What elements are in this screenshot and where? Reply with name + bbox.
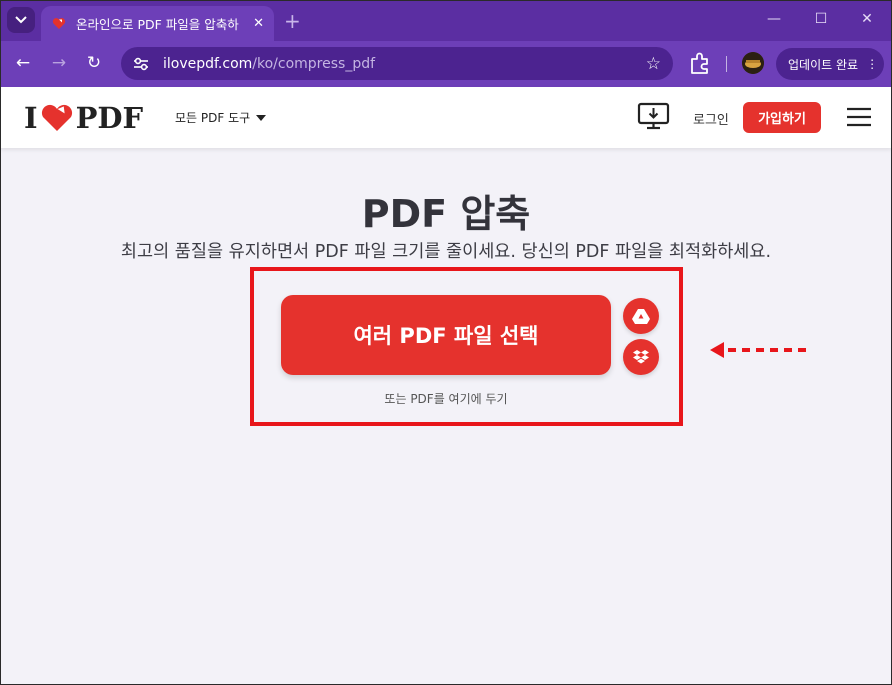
extensions-icon[interactable] [689, 51, 711, 75]
update-label: 업데이트 완료 [788, 57, 859, 72]
google-drive-button[interactable] [623, 298, 659, 334]
site-header: I PDF 모든 PDF 도구 로그인 가입하기 [0, 87, 892, 148]
dropbox-button[interactable] [623, 339, 659, 375]
site-info-icon[interactable] [133, 56, 149, 72]
select-pdf-files-button[interactable]: 여러 PDF 파일 선택 [281, 295, 611, 375]
signup-button[interactable]: 가입하기 [743, 102, 821, 133]
desktop-download-icon[interactable] [637, 102, 670, 131]
tab-title: 온라인으로 PDF 파일을 압축하 [76, 17, 239, 32]
url-text: ilovepdf.com/ko/compress_pdf [163, 56, 375, 72]
browser-toolbar: ← → ↻ ilovepdf.com/ko/compress_pdf ☆ 업데이… [0, 41, 892, 87]
more-icon: ⋮ [866, 57, 879, 71]
star-icon[interactable]: ☆ [646, 54, 661, 74]
page-subtitle: 최고의 품질을 유지하면서 PDF 파일 크기를 줄이세요. 당신의 PDF 파… [120, 242, 772, 262]
arrow-left-icon [710, 342, 808, 358]
google-drive-icon [632, 309, 650, 324]
drop-hint-text: 또는 PDF를 여기에 두기 [384, 392, 508, 406]
ilovepdf-logo[interactable]: I PDF [24, 101, 144, 135]
dropbox-icon [633, 350, 649, 364]
update-button[interactable]: 업데이트 완료 ⋮ [776, 48, 884, 80]
maximize-icon[interactable]: ☐ [811, 11, 831, 27]
tools-menu-label: 모든 PDF 도구 [175, 111, 251, 125]
back-icon[interactable]: ← [12, 53, 34, 73]
hamburger-menu-icon[interactable] [847, 107, 871, 127]
all-tools-menu[interactable]: 모든 PDF 도구 [175, 109, 267, 126]
logo-pdf: PDF [75, 101, 144, 135]
page-title: PDF 압축 [361, 192, 531, 236]
logo-letter-i: I [24, 101, 38, 135]
minimize-icon[interactable]: — [764, 11, 784, 27]
url-domain: ilovepdf.com [163, 55, 253, 72]
url-path: /ko/compress_pdf [252, 55, 376, 72]
window-close-icon[interactable]: ✕ [857, 11, 877, 27]
toolbar-separator [726, 56, 727, 72]
login-link[interactable]: 로그인 [693, 109, 729, 128]
profile-icon[interactable] [742, 52, 764, 74]
new-tab-button[interactable]: + [284, 9, 301, 33]
chevron-down-icon [15, 16, 27, 24]
caret-down-icon [256, 114, 267, 121]
browser-tab[interactable]: 온라인으로 PDF 파일을 압축하 ✕ [41, 6, 274, 41]
tab-search-button[interactable] [7, 7, 35, 33]
heart-logo-icon [41, 104, 72, 131]
close-icon[interactable]: ✕ [253, 16, 264, 31]
browser-tab-bar: 온라인으로 PDF 파일을 압축하 ✕ + — ☐ ✕ [0, 0, 892, 41]
address-bar[interactable]: ilovepdf.com/ko/compress_pdf ☆ [121, 47, 673, 80]
reload-icon[interactable]: ↻ [83, 53, 105, 73]
ilovepdf-favicon-icon [51, 16, 67, 32]
forward-icon[interactable]: → [48, 53, 70, 73]
